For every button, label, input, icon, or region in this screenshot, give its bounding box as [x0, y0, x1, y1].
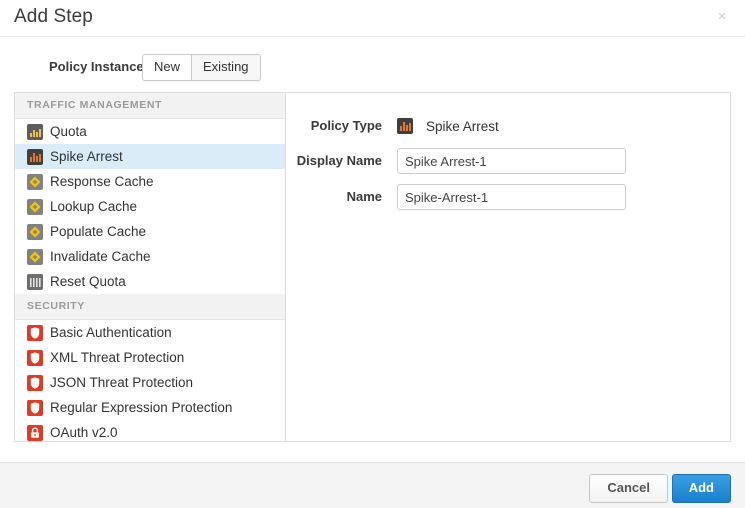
- close-icon[interactable]: ×: [713, 8, 731, 26]
- policy-item-label: Response Cache: [50, 174, 154, 190]
- policy-item-quota[interactable]: Quota: [15, 119, 285, 144]
- shield-icon: [27, 375, 43, 391]
- policy-item-populate-cache[interactable]: Populate Cache: [15, 219, 285, 244]
- diamond-icon: [27, 224, 43, 240]
- policy-item-label: OAuth v2.0: [50, 425, 118, 441]
- group-header-security: SECURITY: [15, 294, 285, 320]
- name-label: Name: [286, 189, 397, 205]
- policy-item-label: Quota: [50, 124, 87, 140]
- policy-item-label: Lookup Cache: [50, 199, 137, 215]
- bar-chart-icon: [27, 149, 43, 165]
- policy-item-oauth-v2[interactable]: OAuth v2.0: [15, 420, 285, 441]
- policy-instance-row: Policy Instance New Existing: [0, 54, 745, 82]
- tab-existing[interactable]: Existing: [191, 55, 260, 80]
- group-header-traffic-management: TRAFFIC MANAGEMENT: [15, 93, 285, 119]
- policy-item-label: XML Threat Protection: [50, 350, 184, 366]
- policy-item-json-threat-protection[interactable]: JSON Threat Protection: [15, 370, 285, 395]
- policy-type-value: Spike Arrest: [397, 118, 499, 134]
- policy-detail-form: Policy Type Spike Arrest Display Name: [286, 93, 730, 441]
- bar-chart-icon: [397, 118, 413, 134]
- shield-icon: [27, 325, 43, 341]
- policy-item-label: Regular Expression Protection: [50, 400, 232, 416]
- display-name-label: Display Name: [286, 153, 397, 169]
- policy-item-reset-quota[interactable]: Reset Quota: [15, 269, 285, 294]
- policy-type-text: Spike Arrest: [426, 119, 499, 134]
- tab-new[interactable]: New: [143, 55, 191, 80]
- bars-icon: [27, 274, 43, 290]
- add-step-panel: TRAFFIC MANAGEMENT Quota: [14, 92, 731, 442]
- shield-icon: [27, 350, 43, 366]
- diamond-icon: [27, 199, 43, 215]
- policy-item-xml-threat-protection[interactable]: XML Threat Protection: [15, 345, 285, 370]
- diamond-icon: [27, 174, 43, 190]
- policy-item-label: Invalidate Cache: [50, 249, 151, 265]
- policy-item-label: Spike Arrest: [50, 149, 123, 165]
- shield-icon: [27, 400, 43, 416]
- name-input[interactable]: [397, 184, 626, 210]
- page-title: Add Step: [14, 6, 93, 28]
- policy-item-spike-arrest[interactable]: Spike Arrest: [15, 144, 285, 169]
- policy-item-label: JSON Threat Protection: [50, 375, 193, 391]
- policy-item-regular-expression-protection[interactable]: Regular Expression Protection: [15, 395, 285, 420]
- add-button[interactable]: Add: [672, 474, 731, 503]
- policy-item-label: Reset Quota: [50, 274, 126, 290]
- form-row-display-name: Display Name: [286, 148, 626, 174]
- dialog-footer: Cancel Add: [0, 462, 745, 508]
- form-row-policy-type: Policy Type Spike Arrest: [286, 113, 499, 139]
- policy-type-label: Policy Type: [286, 118, 397, 134]
- policy-list-sidebar[interactable]: TRAFFIC MANAGEMENT Quota: [15, 93, 286, 441]
- policy-instance-label: Policy Instance: [49, 59, 144, 74]
- policy-item-label: Basic Authentication: [50, 325, 172, 341]
- policy-instance-toggle-group[interactable]: New Existing: [142, 54, 261, 81]
- display-name-input[interactable]: [397, 148, 626, 174]
- policy-item-response-cache[interactable]: Response Cache: [15, 169, 285, 194]
- form-row-name: Name: [286, 184, 626, 210]
- bar-chart-icon: [27, 124, 43, 140]
- policy-item-basic-authentication[interactable]: Basic Authentication: [15, 320, 285, 345]
- policy-item-invalidate-cache[interactable]: Invalidate Cache: [15, 244, 285, 269]
- diamond-icon: [27, 249, 43, 265]
- policy-item-lookup-cache[interactable]: Lookup Cache: [15, 194, 285, 219]
- lock-icon: [27, 425, 43, 441]
- dialog-header: Add Step ×: [0, 0, 745, 37]
- policy-item-label: Populate Cache: [50, 224, 146, 240]
- cancel-button[interactable]: Cancel: [589, 474, 668, 503]
